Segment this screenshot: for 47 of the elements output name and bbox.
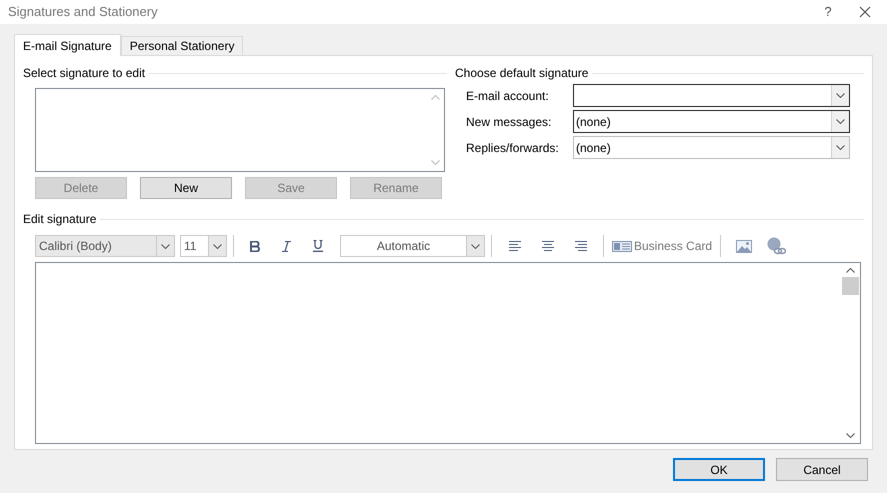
align-left-icon	[508, 239, 522, 253]
chevron-down-icon	[836, 145, 845, 150]
underline-icon	[313, 240, 323, 252]
chevron-up-icon	[846, 268, 854, 273]
tab[interactable]: E-mail Signature	[14, 34, 121, 56]
align-center-icon	[540, 239, 554, 253]
globe-link-icon	[766, 237, 786, 255]
dropdown[interactable]: Automatic	[340, 235, 485, 257]
field-label: E-mail account:	[465, 88, 550, 104]
business-card-icon	[612, 240, 632, 252]
field-label: Replies/forwards:	[465, 140, 560, 156]
dropdown[interactable]: (none)	[573, 136, 850, 159]
chevron-down-icon	[846, 433, 854, 438]
dropdown[interactable]: 11	[180, 235, 227, 257]
close-icon	[859, 6, 871, 18]
chevron-down-icon	[161, 244, 170, 248]
chevron-down-icon	[836, 119, 845, 124]
dropdown-value: (none)	[576, 114, 611, 128]
dropdown[interactable]	[573, 84, 850, 107]
chevron-down-icon	[471, 244, 480, 248]
signature-list[interactable]	[35, 88, 445, 172]
group-label: Choose default signature	[455, 65, 588, 82]
chevron-down-icon	[836, 93, 845, 98]
group-label: Edit signature	[23, 211, 96, 228]
tab[interactable]: Personal Stationery	[120, 36, 244, 55]
group-label: Select signature to edit	[23, 65, 146, 82]
field-label: New messages:	[465, 114, 552, 130]
dialog-button[interactable]: Cancel	[776, 458, 868, 481]
align-right-icon	[574, 239, 588, 253]
dropdown[interactable]: (none)	[573, 110, 850, 133]
help-button[interactable]: ?	[813, 2, 843, 22]
dialog-button[interactable]: OK	[673, 458, 765, 481]
dropdown-value: Automatic	[376, 238, 430, 255]
scrollbar-thumb[interactable]	[842, 277, 858, 295]
dropdown-value: 11	[184, 238, 196, 255]
dropdown[interactable]: Calibri (Body)	[35, 235, 175, 257]
window-title: Signatures and Stationery	[8, 3, 158, 22]
dropdown-value: Calibri (Body)	[39, 238, 112, 255]
dropdown-value: (none)	[576, 140, 611, 154]
action-button[interactable]: New	[140, 177, 232, 199]
chevron-down-icon	[213, 244, 222, 248]
chevron-up-icon	[431, 95, 440, 100]
chevron-down-icon	[431, 160, 440, 165]
picture-icon	[736, 240, 752, 252]
italic-icon	[282, 240, 290, 252]
business-card-button[interactable]: Business Card	[610, 235, 714, 257]
bold-icon	[250, 240, 260, 252]
